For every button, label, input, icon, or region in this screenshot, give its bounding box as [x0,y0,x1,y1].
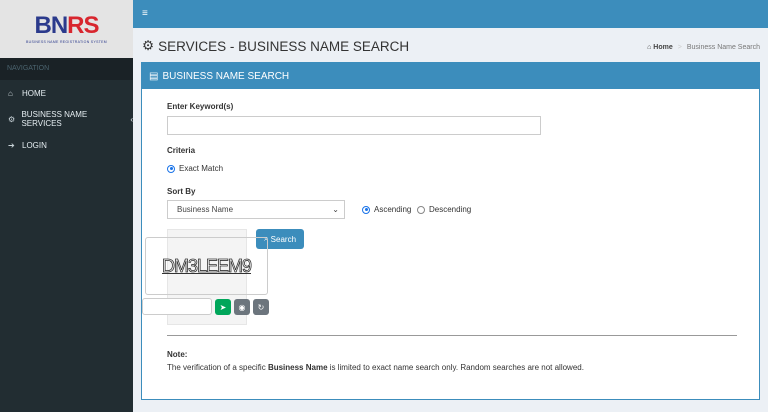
box-title: BUSINESS NAME SEARCH [162,70,290,82]
note-text-bold: Business Name [267,363,328,372]
sidebar-item-label: LOGIN [22,140,47,150]
search-box: ▤ BUSINESS NAME SEARCH Enter Keyword(s) C… [141,62,760,400]
sidebar-item-label: BUSINESS NAME SERVICES [21,110,88,128]
note-text: The verification of a specific Business … [167,363,584,372]
descending-label: Descending [429,205,472,214]
home-icon: ⌂ [8,88,13,98]
refresh-icon: ↻ [257,302,265,312]
keyword-input[interactable] [167,116,541,135]
note-text-part: is limited to exact name search only. Ra… [327,363,584,372]
criteria-label: Criteria [167,146,196,155]
nav-header: NAVIGATION [0,58,133,80]
sortby-label: Sort By [167,187,196,196]
page-title-text: SERVICES - BUSINESS NAME SEARCH [158,38,410,54]
captcha-text: DM3LEEM9 [161,255,253,276]
captcha-image: DM3LEEM9 [145,237,268,295]
top-navbar: ≡ [133,0,768,28]
play-circle-icon: ◉ [238,302,246,312]
logo-subtitle: BUSINESS NAME REGISTRATION SYSTEM [25,39,107,44]
cogs-icon: ⚙ [8,114,16,124]
breadcrumb-separator: > [677,44,682,51]
cogs-icon: ⚙ [142,38,155,53]
keyword-label: Enter Keyword(s) [167,102,234,111]
logo-text: RS [67,11,99,39]
exact-match-radio[interactable]: Exact Match [167,164,223,173]
logo[interactable]: BNRS BUSINESS NAME REGISTRATION SYSTEM [0,0,133,58]
sidebar-item-business-name-services[interactable]: ⚙ BUSINESS NAME SERVICES ‹ [0,106,133,132]
captcha-audio-button[interactable]: ◉ [234,299,250,315]
captcha-refresh-button[interactable]: ↻ [253,299,269,315]
send-icon: ➤ [219,302,227,312]
exact-match-label: Exact Match [179,164,224,173]
divider [167,335,737,336]
list-icon: ▤ [149,70,159,82]
breadcrumb-home[interactable]: ⌂ Home [647,44,673,51]
sortby-value: Business Name [177,205,234,214]
sortby-select[interactable]: Business Name ⌄ [167,200,345,219]
sidebar-item-login[interactable]: ➔ LOGIN [0,132,133,158]
note: Note: The verification of a specific Bus… [167,350,584,372]
radio-unchecked[interactable] [417,205,425,214]
chevron-left-icon: ‹ [130,114,133,124]
note-title: Note: [167,350,188,359]
descending-radio[interactable]: Descending [417,205,471,214]
ascending-radio[interactable]: Ascending [362,205,411,214]
radio-checked[interactable] [362,205,370,214]
radio-checked[interactable] [167,164,175,173]
breadcrumb: ⌂ Home > Business Name Search [647,44,760,51]
box-header: ▤ BUSINESS NAME SEARCH [142,63,759,89]
search-button-label: Search [270,234,297,244]
sidebar-item-home[interactable]: ⌂ HOME [0,80,133,106]
captcha-submit-button[interactable]: ➤ [215,299,231,315]
logo-text: BN [34,11,68,39]
note-text-part: The verification of a specific [167,363,268,372]
menu-toggle-icon[interactable]: ≡ [142,8,148,19]
captcha-input[interactable] [142,298,212,315]
page-title: ⚙ SERVICES - BUSINESS NAME SEARCH [142,38,409,54]
ascending-label: Ascending [374,205,412,214]
breadcrumb-home-label: Home [653,44,673,51]
sign-in-icon: ➔ [8,140,15,150]
sidebar: BNRS BUSINESS NAME REGISTRATION SYSTEM N… [0,0,133,412]
breadcrumb-current: Business Name Search [686,44,760,51]
chevron-down-icon: ⌄ [332,205,339,214]
sidebar-item-label: HOME [22,88,46,98]
